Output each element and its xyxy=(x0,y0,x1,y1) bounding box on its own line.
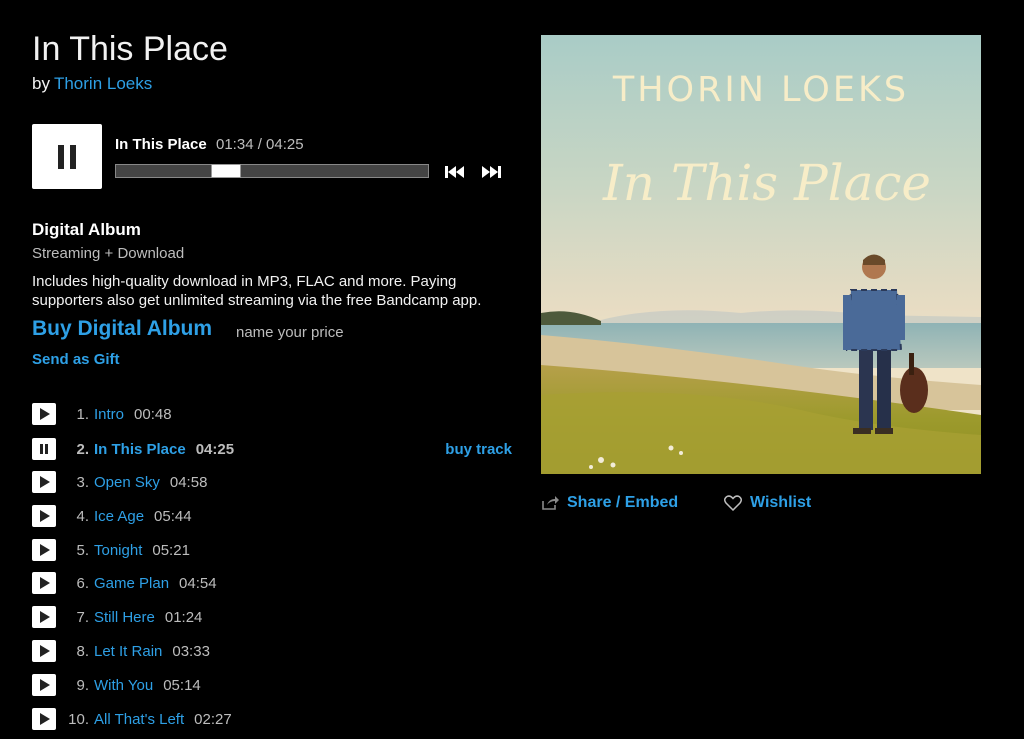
now-playing-title: In This Place xyxy=(115,136,207,153)
track-row: 5. Tonight 05:21 xyxy=(32,538,512,562)
track-duration: 02:27 xyxy=(194,710,232,728)
track-duration: 00:48 xyxy=(134,405,172,423)
track-duration: 03:33 xyxy=(172,642,210,660)
pause-icon xyxy=(39,444,49,454)
progress-thumb[interactable] xyxy=(211,164,242,178)
track-title[interactable]: In This Place xyxy=(94,441,186,458)
play-icon xyxy=(40,476,50,488)
track-number: 2. xyxy=(76,440,89,458)
track-title[interactable]: Let It Rain xyxy=(94,643,162,660)
cover-artist-text: THORIN LOEKS xyxy=(612,70,909,110)
artist-link[interactable]: Thorin Loeks xyxy=(54,74,152,93)
previous-track-button[interactable] xyxy=(443,164,467,180)
track-number: 4. xyxy=(76,507,89,525)
track-pause-button[interactable] xyxy=(32,438,56,460)
play-icon xyxy=(40,679,50,691)
track-play-button[interactable] xyxy=(32,572,56,594)
play-icon xyxy=(40,544,50,556)
buy-track-link[interactable]: buy track xyxy=(445,441,512,458)
track-row: 3. Open Sky 04:58 xyxy=(32,470,512,494)
album-title: In This Place xyxy=(32,30,228,68)
track-title[interactable]: Tonight xyxy=(94,542,142,559)
wishlist-label: Wishlist xyxy=(750,494,812,511)
play-icon xyxy=(40,713,50,725)
track-number: 9. xyxy=(76,676,89,694)
track-play-button[interactable] xyxy=(32,539,56,561)
track-title[interactable]: Ice Age xyxy=(94,508,144,525)
track-title[interactable]: Open Sky xyxy=(94,474,160,491)
share-embed-button[interactable]: Share / Embed xyxy=(541,494,678,512)
track-title[interactable]: Intro xyxy=(94,406,124,423)
next-icon xyxy=(482,166,501,178)
track-title[interactable]: Still Here xyxy=(94,609,155,626)
track-duration: 04:54 xyxy=(179,574,217,592)
track-number: 3. xyxy=(76,473,89,491)
track-play-button[interactable] xyxy=(32,403,56,425)
share-label: Share / Embed xyxy=(567,494,679,511)
track-play-button[interactable] xyxy=(32,640,56,662)
album-cover[interactable]: THORIN LOEKS In This Place xyxy=(541,35,981,474)
track-duration: 05:14 xyxy=(163,676,201,694)
pause-icon-bar xyxy=(70,144,76,169)
track-row: 2. In This Place 04:25 buy track xyxy=(32,437,512,461)
cover-title-text: In This Place xyxy=(602,154,931,212)
track-row: 7. Still Here 01:24 xyxy=(32,605,512,629)
track-row: 9. With You 05:14 xyxy=(32,673,512,697)
track-duration: 04:25 xyxy=(195,440,235,458)
track-play-button[interactable] xyxy=(32,505,56,527)
track-row: 6. Game Plan 04:54 xyxy=(32,571,512,595)
send-as-gift-link[interactable]: Send as Gift xyxy=(32,351,120,368)
track-play-button[interactable] xyxy=(32,606,56,628)
track-number: 7. xyxy=(76,608,89,626)
track-title[interactable]: Game Plan xyxy=(94,575,169,592)
album-cover-image: THORIN LOEKS In This Place xyxy=(541,35,981,474)
buy-digital-album-button[interactable]: Buy Digital Album xyxy=(32,317,212,341)
track-play-button[interactable] xyxy=(32,471,56,493)
track-number: 5. xyxy=(76,541,89,559)
track-play-button[interactable] xyxy=(32,708,56,730)
digital-album-title: Digital Album xyxy=(32,220,141,239)
now-playing-time: 01:34 / 04:25 xyxy=(216,136,304,153)
play-icon xyxy=(40,611,50,623)
play-pause-button[interactable] xyxy=(32,124,102,189)
digital-album-subtitle: Streaming + Download xyxy=(32,245,185,262)
progress-bar[interactable] xyxy=(115,164,429,178)
play-icon xyxy=(40,510,50,522)
track-row: 10. All That's Left 02:27 xyxy=(32,707,512,731)
track-row: 1. Intro 00:48 xyxy=(32,402,512,426)
byline: by Thorin Loeks xyxy=(32,74,152,94)
track-title[interactable]: All That's Left xyxy=(94,711,184,728)
track-play-button[interactable] xyxy=(32,674,56,696)
track-row: 4. Ice Age 05:44 xyxy=(32,504,512,528)
byline-prefix: by xyxy=(32,74,50,93)
track-number: 10. xyxy=(68,710,89,728)
digital-album-description: Includes high-quality download in MP3, F… xyxy=(32,273,482,309)
track-number: 8. xyxy=(76,642,89,660)
track-title[interactable]: With You xyxy=(94,677,153,694)
share-icon xyxy=(542,496,559,510)
track-number: 6. xyxy=(76,574,89,592)
track-number: 1. xyxy=(76,405,89,423)
track-duration: 05:44 xyxy=(154,507,192,525)
pause-icon xyxy=(58,144,64,169)
next-track-button[interactable] xyxy=(480,164,504,180)
play-icon xyxy=(40,408,50,420)
wishlist-button[interactable]: Wishlist xyxy=(724,494,811,512)
price-note: name your price xyxy=(236,324,344,341)
previous-icon xyxy=(445,166,464,178)
track-duration: 04:58 xyxy=(169,473,208,491)
heart-icon xyxy=(724,495,742,511)
play-icon xyxy=(40,645,50,657)
track-row: 8. Let It Rain 03:33 xyxy=(32,639,512,663)
track-duration: 01:24 xyxy=(164,608,203,626)
play-icon xyxy=(40,577,50,589)
track-duration: 05:21 xyxy=(152,541,190,559)
